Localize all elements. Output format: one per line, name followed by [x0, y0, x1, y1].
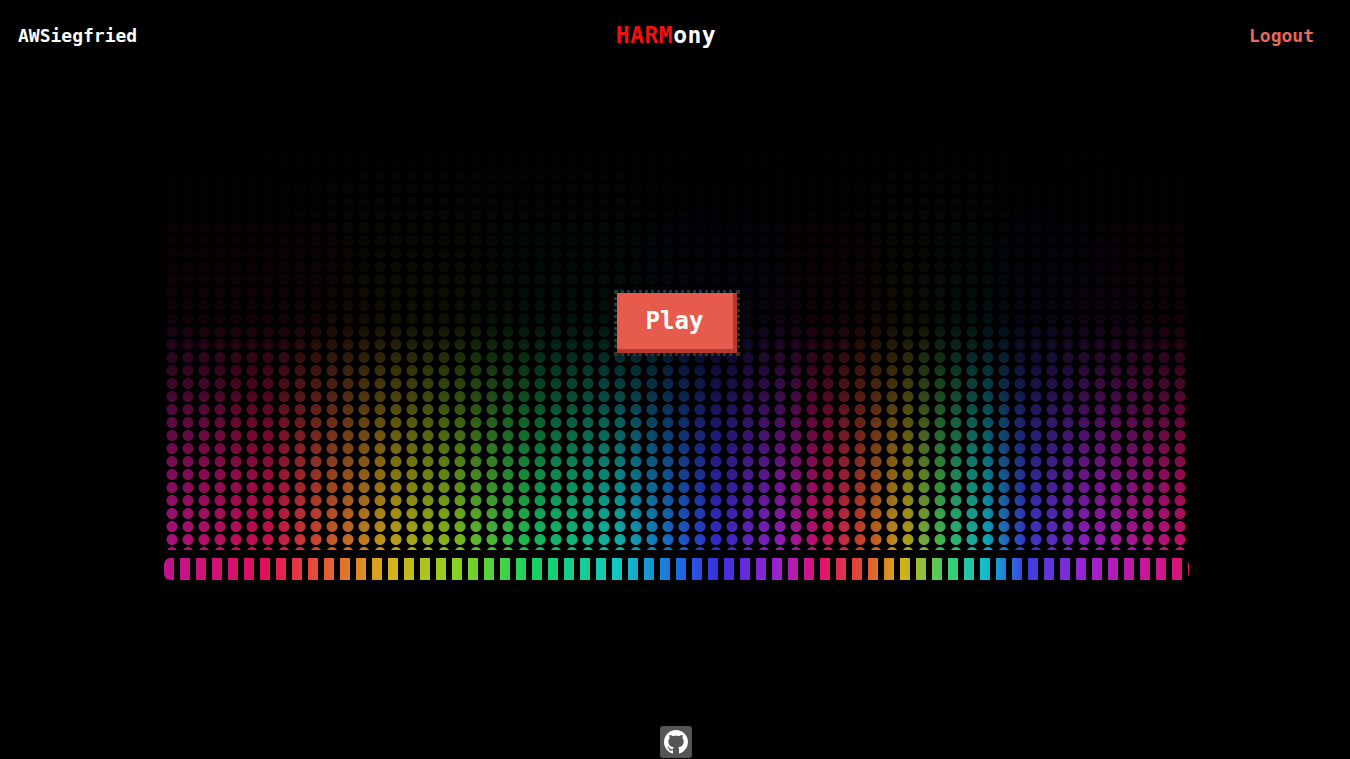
- footer: [0, 726, 1350, 759]
- github-icon: [660, 726, 692, 758]
- top-bar: AWSiegfried HARMony Logout: [0, 0, 1350, 70]
- username: AWSiegfried: [18, 25, 208, 46]
- logout-button[interactable]: Logout: [1124, 25, 1314, 46]
- play-button[interactable]: Play: [617, 293, 737, 353]
- logo-accent: HARM: [616, 22, 673, 48]
- visualizer-strip: [164, 558, 1189, 580]
- logo[interactable]: HARMony: [616, 22, 716, 48]
- main: Play: [0, 70, 1350, 726]
- visualizer-picture: Play: [164, 130, 1189, 620]
- logo-rest: ony: [673, 22, 716, 48]
- page: AWSiegfried HARMony Logout Play: [0, 0, 1350, 759]
- github-link[interactable]: [660, 726, 692, 758]
